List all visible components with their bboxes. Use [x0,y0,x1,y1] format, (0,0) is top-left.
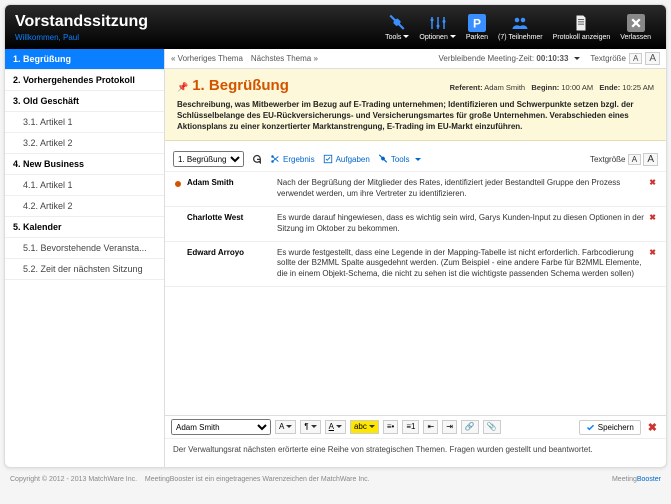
topic-description: Beschreibung, was Mitbewerber im Bezug a… [177,100,654,132]
parking-icon: P [468,14,486,32]
delete-note-button[interactable]: ✖ [649,213,656,235]
textsize-large-button-2[interactable]: A [643,153,658,166]
sidebar-item-9[interactable]: 5.1. Bevorstehende Veransta... [5,238,164,259]
agenda-sidebar: 1. Begrüßung2. Vorhergehendes Protokoll3… [5,49,165,467]
author-select[interactable]: Adam Smith [171,419,271,435]
topic-nav-bar: « Vorheriges Thema Nächstes Thema » Verb… [165,49,666,69]
topic-select[interactable]: 1. Begrüßung [173,151,244,167]
refresh-icon[interactable] [252,154,262,164]
textsize-label-2: Textgröße [590,155,626,164]
sidebar-item-6[interactable]: 4.1. Artikel 1 [5,175,164,196]
note-row: Adam SmithNach der Begrüßung der Mitglie… [165,172,666,207]
notes-tools-menu[interactable]: Tools [378,154,421,164]
sliders-icon [429,14,447,32]
options-menu[interactable]: Optionen [419,14,455,41]
check-icon [586,423,595,432]
pin-icon: 📌 [177,82,188,93]
welcome-text: Willkommen, Paul [15,33,148,42]
sidebar-item-10[interactable]: 5.2. Zeit der nächsten Sitzung [5,259,164,280]
cancel-button[interactable]: ✖ [645,421,660,434]
topic-title: 1. Begrüßung [192,77,289,94]
document-icon [572,14,590,32]
attach-button[interactable]: 📎 [483,420,501,434]
font-family-button[interactable]: A [275,420,296,434]
park-button[interactable]: P Parken [466,14,488,41]
sidebar-item-0[interactable]: 1. Begrüßung [5,49,164,70]
outdent-button[interactable]: ⇤ [423,420,438,434]
save-button[interactable]: Speichern [579,420,641,435]
delete-note-button[interactable]: ✖ [649,178,656,200]
note-text: Nach der Begrüßung der Mitglieder des Ra… [277,178,644,200]
page-footer: Copyright © 2012 - 2013 MatchWare Inc. M… [0,472,671,487]
note-text: Es wurde festgestellt, dass eine Legende… [277,248,644,280]
highlight-button[interactable]: abc [350,420,379,434]
next-topic-link[interactable]: Nächstes Thema » [251,54,318,63]
indent-button[interactable]: ⇥ [442,420,457,434]
sidebar-item-3[interactable]: 3.1. Artikel 1 [5,112,164,133]
notes-toolbar: 1. Begrüßung Ergebnis Aufgaben Tools Tex… [165,147,666,172]
link-button[interactable]: 🔗 [461,420,479,434]
textsize-large-button[interactable]: A [645,52,660,65]
tools-menu[interactable]: Tools [385,14,409,41]
textsize-small-button-2[interactable]: A [628,154,641,165]
remaining-time-value: 00:10:33 [536,54,568,63]
note-author: Charlotte West [187,213,277,235]
remaining-time-label: Verbleibende Meeting-Zeit: [439,54,535,63]
tasks-button[interactable]: Aufgaben [323,154,370,164]
font-size-button[interactable]: ¶ [300,420,320,434]
protocol-button[interactable]: Protokoll anzeigen [553,14,611,41]
leave-button[interactable]: Verlassen [620,14,651,41]
note-author: Adam Smith [187,178,277,200]
editor-textarea[interactable]: Der Verwaltungsrat nächsten erörterte ei… [165,439,666,467]
checklist-icon [323,154,333,164]
sidebar-item-1[interactable]: 2. Vorhergehendes Protokoll [5,70,164,91]
topic-header-panel: 📌 1. Begrüßung Referent: Adam Smith Begi… [165,69,666,141]
number-list-button[interactable]: ≡1 [402,420,419,434]
textsize-label: Textgröße [590,54,626,63]
font-color-button[interactable]: A [325,420,346,434]
bullet-icon [175,181,181,187]
close-icon [627,14,645,32]
note-row: Edward ArroyoEs wurde festgestellt, dass… [165,242,666,287]
sidebar-item-8[interactable]: 5. Kalender [5,217,164,238]
sidebar-item-2[interactable]: 3. Old Geschäft [5,91,164,112]
notes-list: Adam SmithNach der Begrüßung der Mitglie… [165,172,666,415]
note-editor: Adam Smith A ¶ A abc ≡• ≡1 ⇤ ⇥ 🔗 📎 Speic… [165,415,666,467]
tools-icon [388,14,406,32]
people-icon [511,14,529,32]
app-header: Vorstandssitzung Willkommen, Paul Tools … [5,5,666,49]
sidebar-item-5[interactable]: 4. New Business [5,154,164,175]
scissors-icon [270,154,280,164]
delete-note-button[interactable]: ✖ [649,248,656,280]
result-button[interactable]: Ergebnis [270,154,315,164]
prev-topic-link[interactable]: « Vorheriges Thema [171,54,243,63]
app-title: Vorstandssitzung [15,13,148,31]
note-author: Edward Arroyo [187,248,277,280]
textsize-small-button[interactable]: A [629,53,642,64]
attendees-button[interactable]: (7) Teilnehmer [498,14,543,41]
svg-text:P: P [473,16,481,30]
bullet-list-button[interactable]: ≡• [383,420,398,434]
sidebar-item-7[interactable]: 4.2. Artikel 2 [5,196,164,217]
wrench-icon [378,154,388,164]
note-row: Charlotte WestEs wurde darauf hingewiese… [165,207,666,242]
sidebar-item-4[interactable]: 3.2. Artikel 2 [5,133,164,154]
note-text: Es wurde darauf hingewiesen, dass es wic… [277,213,644,235]
